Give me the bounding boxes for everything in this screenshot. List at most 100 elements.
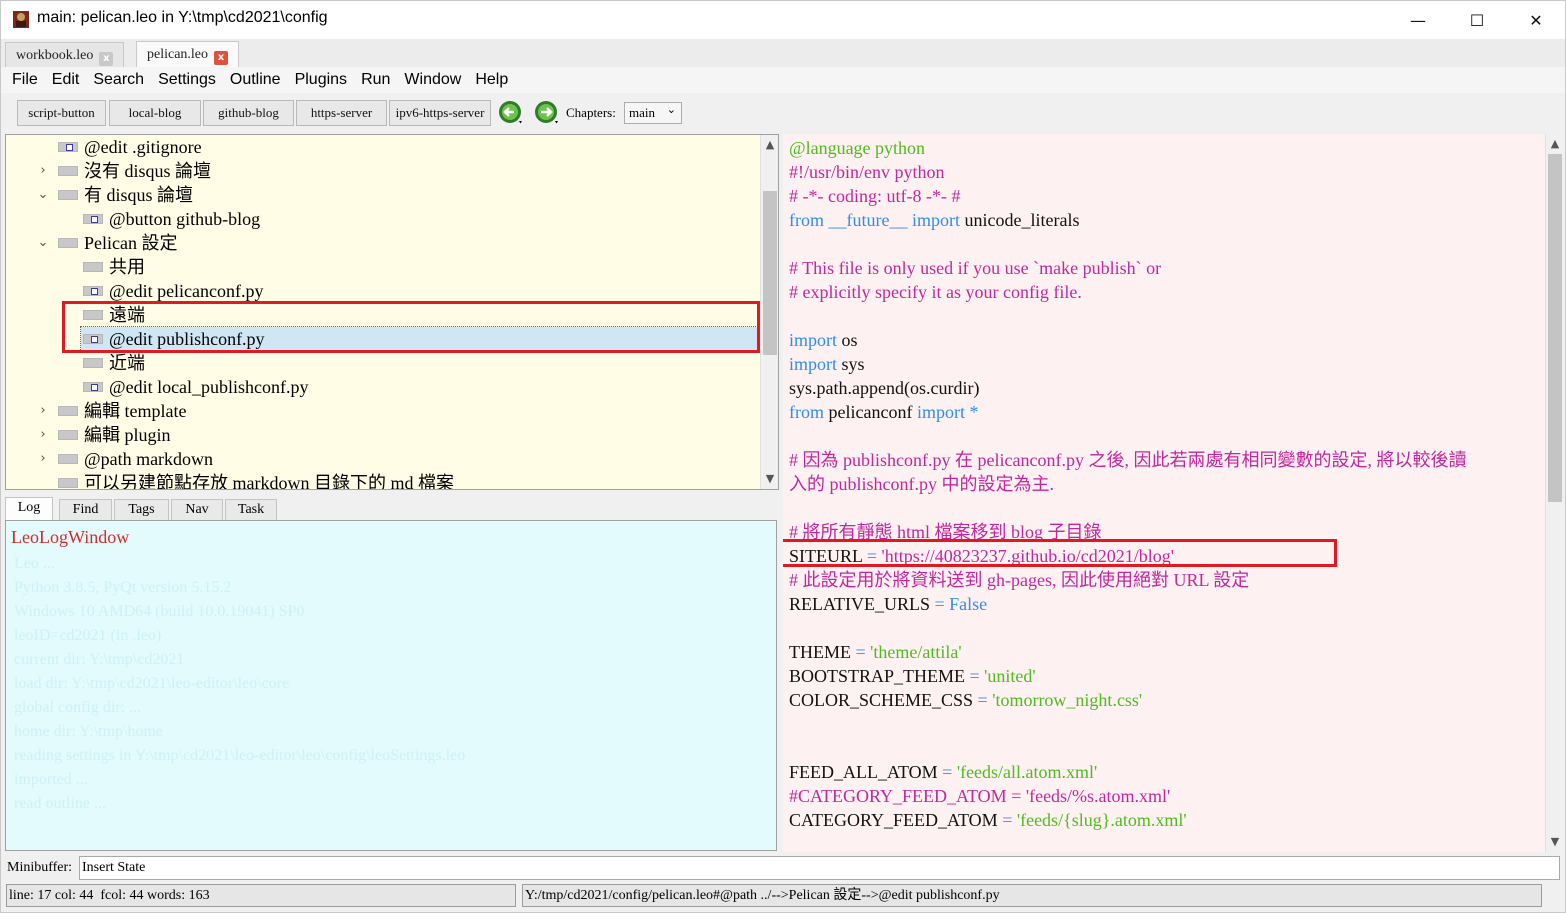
github-blog-button[interactable]: github-blog — [203, 100, 294, 126]
code-token: sys.path.append(os.curdir) — [789, 378, 980, 398]
code-token: import — [916, 402, 965, 422]
chapters-label: Chapters: — [566, 105, 616, 120]
node-headline: 共用 — [109, 257, 145, 277]
scroll-up-icon[interactable]: ▲ — [761, 137, 778, 153]
code-token: = — [973, 690, 993, 710]
log-title: LeoLogWindow — [11, 527, 130, 547]
maximize-button[interactable]: ☐ — [1448, 1, 1506, 39]
expand-icon[interactable]: › — [36, 159, 50, 183]
menu-edit[interactable]: Edit — [45, 67, 87, 93]
code-token: # -*- coding: utf-8 -*- # — [789, 186, 961, 206]
menu-file[interactable]: File — [5, 67, 45, 93]
toolbar: script-button local-blog github-blog htt… — [1, 93, 1565, 133]
scroll-down-icon[interactable]: ▼ — [1546, 834, 1563, 850]
code-token: = — [930, 594, 950, 614]
scrollbar-thumb[interactable] — [763, 191, 777, 355]
tab-workbook[interactable]: workbook.leo x — [5, 42, 125, 68]
tab-log[interactable]: Log — [5, 497, 53, 520]
expand-icon[interactable]: › — [36, 399, 50, 423]
node-body-icon — [83, 382, 103, 392]
code-line: BOOTSTRAP_THEME = 'united' — [789, 664, 1036, 688]
node-icon — [58, 478, 78, 488]
outline-pane[interactable]: @edit .gitignore › 沒有 disqus 論壇 ⌄ 有 disq… — [5, 134, 779, 490]
close-tab-icon[interactable]: x — [214, 51, 229, 65]
scroll-up-icon[interactable]: ▲ — [1546, 136, 1563, 152]
code-token: os — [837, 330, 858, 350]
code-token: import — [789, 354, 837, 374]
log-line: Python 3.8.5, PyQt version 5.15.2 — [14, 579, 232, 596]
tab-task[interactable]: Task — [225, 499, 277, 520]
node-headline: 沒有 disqus 論壇 — [84, 161, 212, 181]
ipv6-https-server-button[interactable]: ipv6-https-server — [389, 100, 491, 126]
local-blog-button[interactable]: local-blog — [109, 100, 201, 126]
code-token: BOOTSTRAP_THEME — [789, 666, 966, 686]
code-token: 'united' — [984, 666, 1036, 686]
menu-help[interactable]: Help — [468, 67, 515, 93]
node-headline: @edit local_publishconf.py — [109, 377, 309, 397]
scrollbar-thumb[interactable] — [1548, 154, 1562, 502]
leo-editor-window: main: pelican.leo in Y:\tmp\cd2021\confi… — [0, 0, 1566, 913]
collapse-icon[interactable]: ⌄ — [36, 183, 50, 207]
body-editor[interactable]: @language python #!/usr/bin/env python # -… — [783, 134, 1563, 852]
menu-outline[interactable]: Outline — [223, 67, 288, 93]
code-token: = — [997, 810, 1017, 830]
tab-nav[interactable]: Nav — [171, 499, 223, 520]
expand-icon[interactable]: › — [36, 423, 50, 447]
code-token: unicode_literals — [959, 210, 1080, 230]
code-token: # explicitly specify it as your config f… — [789, 282, 1082, 302]
menu-plugins[interactable]: Plugins — [288, 67, 354, 93]
node-icon — [83, 262, 103, 272]
code-token: # 此設定用於將資料送到 gh-pages, 因此使用絕對 URL 設定 — [789, 570, 1250, 590]
close-window-button[interactable]: ✕ — [1507, 1, 1565, 39]
menu-search[interactable]: Search — [86, 67, 151, 93]
outline-scrollbar[interactable]: ▲ ▼ — [760, 135, 778, 489]
menu-settings[interactable]: Settings — [151, 67, 223, 93]
expand-icon[interactable]: › — [36, 447, 50, 471]
tab-pelican[interactable]: pelican.leo x — [136, 41, 240, 68]
https-server-button[interactable]: https-server — [296, 100, 387, 126]
log-line: home dir: Y:\tmp\home — [14, 723, 164, 740]
code-token: sys — [837, 354, 865, 374]
node-headline: @edit pelicanconf.py — [109, 281, 264, 301]
code-token: 'theme/attila' — [870, 642, 962, 662]
code-token: __future__ — [828, 210, 908, 230]
menu-bar: File Edit Search Settings Outline Plugin… — [1, 67, 1565, 93]
code-token: CATEGORY_FEED_ATOM — [789, 810, 998, 830]
script-button[interactable]: script-button — [17, 100, 106, 126]
code-token: * — [964, 402, 979, 422]
tab-tags[interactable]: Tags — [114, 499, 169, 520]
menu-run[interactable]: Run — [354, 67, 397, 93]
code-token: pelicanconf — [824, 402, 917, 422]
code-line: from pelicanconf import * — [789, 400, 978, 424]
code-line: 入的 publishconf.py 中的設定為主. — [789, 472, 1054, 496]
code-token: 'feeds/{slug}.atom.xml' — [1016, 810, 1187, 830]
code-line: # 因為 publishconf.py 在 pelicanconf.py 之後,… — [789, 448, 1466, 472]
window-title: main: pelican.leo in Y:\tmp\cd2021\confi… — [37, 9, 328, 26]
code-token: RELATIVE_URLS — [789, 594, 930, 614]
code-line: @language python — [789, 136, 925, 160]
log-line: imported ... — [14, 771, 88, 788]
go-forward-icon[interactable] — [533, 99, 561, 127]
chapters-select[interactable]: main ⌄ — [624, 102, 682, 124]
menu-window[interactable]: Window — [397, 67, 468, 93]
minibuffer-label: Minibuffer: — [7, 860, 73, 875]
node-body-icon — [58, 142, 78, 152]
close-tab-icon[interactable]: x — [99, 52, 114, 66]
collapse-icon[interactable]: ⌄ — [36, 231, 50, 255]
go-back-icon[interactable] — [497, 99, 525, 127]
scroll-down-icon[interactable]: ▼ — [761, 471, 778, 487]
code-line: sys.path.append(os.curdir) — [789, 376, 979, 400]
code-token: = — [937, 762, 957, 782]
log-pane[interactable]: LeoLogWindow Leo ... Python 3.8.5, PyQt … — [5, 520, 777, 851]
node-headline: 有 disqus 論壇 — [84, 185, 194, 205]
minibuffer-input[interactable]: Insert State — [79, 856, 1560, 880]
node-icon — [58, 166, 78, 176]
leo-app-icon — [13, 11, 29, 28]
code-line: # This file is only used if you use `mak… — [789, 256, 1161, 280]
body-scrollbar[interactable]: ▲ ▼ — [1545, 134, 1563, 852]
node-icon — [58, 454, 78, 464]
tab-find[interactable]: Find — [59, 499, 112, 520]
code-token: THEME — [789, 642, 851, 662]
node-headline: 編輯 template — [84, 401, 187, 421]
minimize-button[interactable]: — — [1389, 1, 1447, 39]
